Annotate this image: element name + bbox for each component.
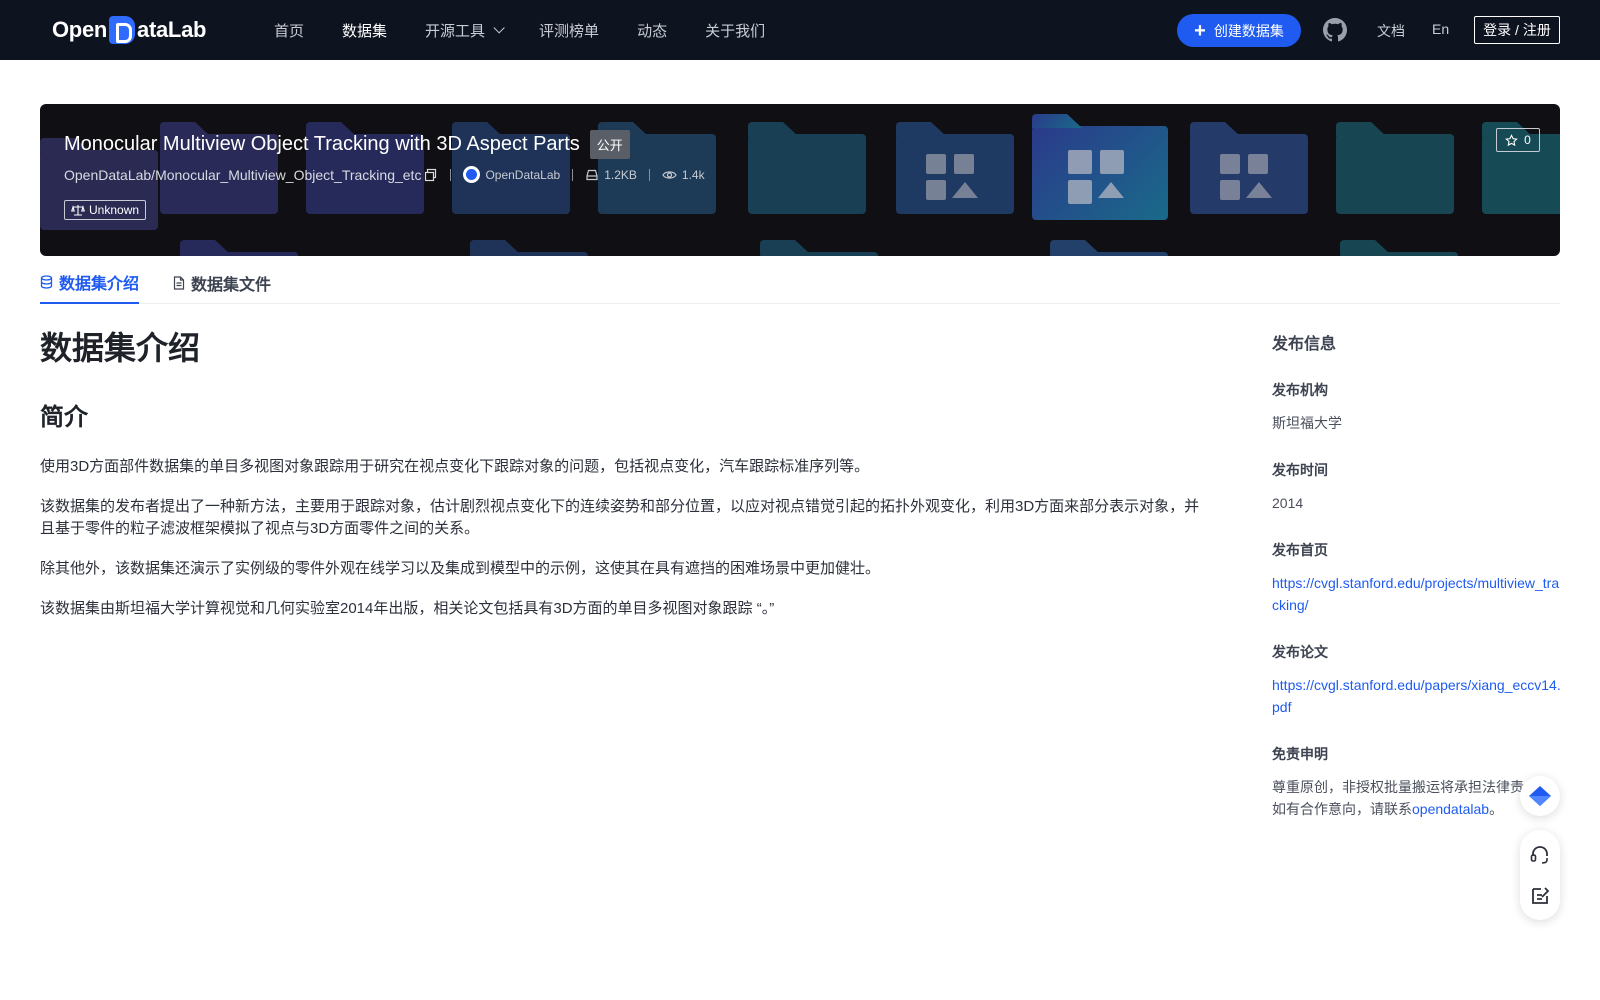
headset-icon <box>1530 845 1548 864</box>
tab-dataset-files[interactable]: 数据集文件 <box>173 262 271 304</box>
paper-label: 发布论文 <box>1272 644 1328 660</box>
sidebar-title: 发布信息 <box>1272 336 1337 353</box>
dataset-meta: OpenDataLab/Monocular_Multiview_Object_T… <box>64 166 705 183</box>
drive-icon <box>586 169 598 180</box>
logo-text-datalab: ataLab <box>137 17 207 42</box>
org-label: 发布机构 <box>1272 382 1328 398</box>
intro-paragraph: 该数据集由斯坦福大学计算视觉和几何实验室2014年出版，相关论文包括具有3D方面… <box>40 600 775 617</box>
repo-path: OpenDataLab/Monocular_Multiview_Object_T… <box>64 166 422 183</box>
chevron-down-icon <box>493 22 505 34</box>
top-navigation: Open ataLab 首页 数据集 开源工具 评测榜单 动态 关于我们 + 创建… <box>0 0 1600 60</box>
logo-mark-icon <box>109 16 136 44</box>
folder-decoration <box>760 252 878 256</box>
dataset-banner: Monocular Multiview Object Tracking with… <box>40 104 1560 256</box>
folder-decoration <box>180 252 298 256</box>
license-chip: Unknown <box>64 200 147 220</box>
folder-decoration <box>748 134 866 214</box>
folder-decoration <box>1050 252 1168 256</box>
folder-decoration-highlight <box>1032 126 1168 220</box>
contact-link[interactable]: opendatalab <box>1412 801 1489 817</box>
intro-paragraph: 除其他外，该数据集还演示了实例级的零件外观在线学习以及集成到模型中的示例，这使其… <box>40 560 881 577</box>
star-icon <box>1505 133 1519 146</box>
visibility-badge: 公开 <box>589 130 630 159</box>
folder-decoration <box>1336 134 1454 214</box>
publish-info-sidebar: 发布信息 发布机构 斯坦福大学 发布时间 2014 发布首页 https://c… <box>1272 330 1562 820</box>
content-tabs: 数据集介绍 数据集文件 <box>40 262 1560 304</box>
tab-dataset-files-label: 数据集文件 <box>191 277 272 294</box>
plus-icon: + <box>1194 19 1206 42</box>
main-menu: 首页 数据集 开源工具 评测榜单 动态 关于我们 <box>274 0 803 60</box>
folder-decoration <box>1340 252 1458 256</box>
support-button[interactable] <box>1525 840 1555 870</box>
nav-item-about[interactable]: 关于我们 <box>705 20 765 41</box>
file-icon <box>173 276 185 290</box>
time-value: 2014 <box>1272 495 1304 511</box>
banner-title-row: Monocular Multiview Object Tracking with… <box>64 130 630 159</box>
language-switch[interactable]: En <box>1432 21 1449 37</box>
create-dataset-label: 创建数据集 <box>1213 22 1284 39</box>
edit-icon <box>1532 886 1550 904</box>
dataset-title: Monocular Multiview Object Tracking with… <box>64 133 580 155</box>
homepage-label: 发布首页 <box>1272 542 1328 558</box>
image-placeholder-icon <box>1068 150 1128 204</box>
meta-separator <box>572 168 574 181</box>
nav-item-open-source-tools-label: 开源工具 <box>425 22 486 40</box>
nav-item-open-source-tools[interactable]: 开源工具 <box>425 20 505 41</box>
nav-item-news[interactable]: 动态 <box>637 20 667 41</box>
meta-separator <box>648 168 650 181</box>
copy-icon[interactable] <box>424 168 438 182</box>
assistant-button[interactable] <box>1520 776 1560 816</box>
star-button[interactable]: 0 <box>1496 128 1540 152</box>
logo-text-open: Open <box>52 17 108 42</box>
page-title: 数据集介绍 <box>40 330 201 366</box>
dataset-intro-content: 数据集介绍 简介 使用3D方面部件数据集的单目多视图对象跟踪用于研究在视点变化下… <box>40 328 1210 620</box>
database-icon <box>40 275 53 289</box>
time-label: 发布时间 <box>1272 462 1328 478</box>
github-icon[interactable] <box>1323 18 1347 42</box>
section-heading: 简介 <box>40 404 88 431</box>
nav-item-datasets[interactable]: 数据集 <box>342 20 387 41</box>
org-name[interactable]: OpenDataLab <box>485 168 560 182</box>
disclaimer-line-1: 尊重原创，非授权批量搬运将承担法律责任。 <box>1272 779 1552 795</box>
view-count: 1.4k <box>681 167 705 182</box>
tab-dataset-intro[interactable]: 数据集介绍 <box>40 262 140 304</box>
floating-tools <box>1520 830 1560 920</box>
scale-icon <box>71 205 85 216</box>
disclaimer-suffix: 。 <box>1489 801 1504 817</box>
eye-icon <box>662 170 677 179</box>
org-avatar <box>463 166 481 183</box>
nav-item-home[interactable]: 首页 <box>274 20 304 41</box>
license-label: Unknown <box>89 203 140 217</box>
image-placeholder-icon <box>926 154 986 202</box>
disclaimer-line-2: 如有合作意向，请联系opendatalab。 <box>1272 798 1562 820</box>
folder-decoration <box>470 252 588 256</box>
meta-separator <box>450 168 452 181</box>
folder-decoration <box>1190 134 1308 214</box>
docs-link[interactable]: 文档 <box>1377 21 1405 41</box>
login-register-button[interactable]: 登录 / 注册 <box>1474 16 1560 44</box>
nav-item-leaderboard[interactable]: 评测榜单 <box>539 20 599 41</box>
intro-paragraph: 使用3D方面部件数据集的单目多视图对象跟踪用于研究在视点变化下跟踪对象的问题，包… <box>40 458 870 475</box>
homepage-link[interactable]: https://cvgl.stanford.edu/projects/multi… <box>1272 572 1562 616</box>
folder-decoration <box>896 134 1014 214</box>
create-dataset-button[interactable]: + 创建数据集 <box>1177 14 1301 47</box>
diamond-icon <box>1529 786 1551 806</box>
star-count: 0 <box>1524 133 1531 147</box>
image-placeholder-icon <box>1220 154 1280 202</box>
intro-paragraph: 该数据集的发布者提出了一种新方法，主要用于跟踪对象，估计剧烈视点变化下的连续姿势… <box>40 498 1200 537</box>
disclaimer-text: 尊重原创，非授权批量搬运将承担法律责任。 如有合作意向，请联系opendatal… <box>1272 776 1562 820</box>
disclaimer-prefix: 如有合作意向，请联系 <box>1272 801 1412 817</box>
feedback-button[interactable] <box>1525 881 1555 911</box>
disclaimer-label: 免责申明 <box>1272 746 1328 762</box>
logo[interactable]: Open ataLab <box>52 14 206 46</box>
dataset-size: 1.2KB <box>604 167 637 182</box>
paper-link[interactable]: https://cvgl.stanford.edu/papers/xiang_e… <box>1272 674 1562 718</box>
org-value: 斯坦福大学 <box>1272 415 1342 431</box>
tab-dataset-intro-label: 数据集介绍 <box>59 276 140 293</box>
